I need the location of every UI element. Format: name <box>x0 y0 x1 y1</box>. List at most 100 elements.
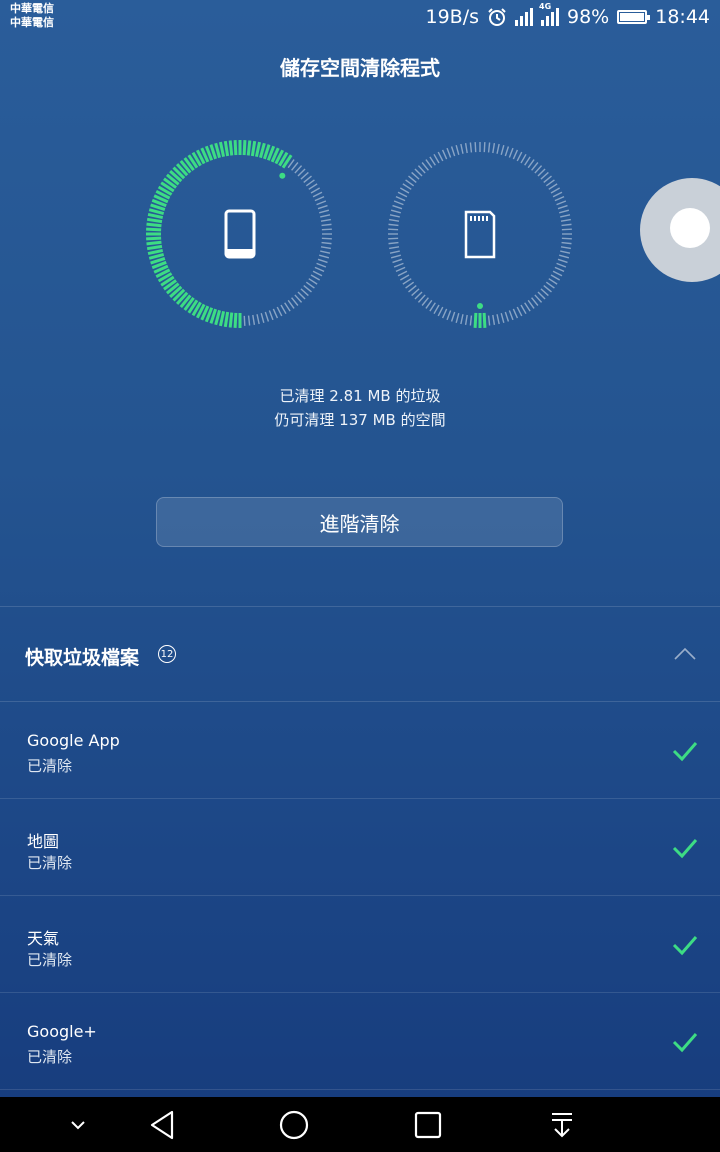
gauge-tick-active <box>246 140 252 156</box>
gauge-tick <box>390 209 401 214</box>
gauge-tick-active <box>482 312 487 328</box>
carrier-1: 中華電信 <box>10 2 54 15</box>
gauge-tick <box>390 254 401 259</box>
gauge-tick <box>402 183 412 190</box>
internal-storage-gauge[interactable] <box>140 130 340 340</box>
gauge-tick <box>520 304 527 315</box>
page-title: 儲存空間清除程式 <box>280 56 440 80</box>
gauge-tick <box>487 315 491 326</box>
gauge-tick <box>388 237 399 240</box>
gauge-tick-active <box>146 217 163 224</box>
gauge-tick <box>272 308 279 319</box>
gauge-tick <box>560 250 571 254</box>
gauge-tick <box>399 187 410 194</box>
gauge-tick <box>320 250 331 254</box>
gauge-tick <box>550 274 561 281</box>
battery-icon <box>617 10 651 24</box>
recents-icon[interactable] <box>406 1097 450 1152</box>
gauge-tick <box>524 156 531 166</box>
gauge-tick <box>388 223 399 227</box>
gauge-tick <box>560 246 571 250</box>
gauge-tick <box>554 195 565 202</box>
gauge-tick <box>395 266 406 273</box>
gauge-tick <box>460 314 464 325</box>
gauge-tick-active <box>146 240 162 246</box>
gauge-tick <box>561 228 572 231</box>
item-name: Google+ <box>27 1022 97 1041</box>
gauge-tick <box>308 278 318 285</box>
cache-section-header[interactable]: 快取垃圾檔案 12 <box>0 606 720 702</box>
gauge-tick <box>561 237 572 240</box>
gauge-tick <box>405 281 415 289</box>
gauge-tick <box>450 311 456 322</box>
gauge-tick <box>397 270 408 277</box>
signal-icon <box>515 8 533 26</box>
list-item[interactable]: Google App 已清除 <box>0 702 720 799</box>
notification-pull-icon[interactable] <box>540 1097 584 1152</box>
item-name: Google App <box>27 731 120 750</box>
navigation-bar <box>0 1097 720 1152</box>
gauge-tick <box>534 294 543 303</box>
floating-toggle-button[interactable] <box>640 178 720 282</box>
gauge-tick <box>429 302 436 312</box>
gauge-tick <box>524 302 531 312</box>
gauge-tick <box>405 179 415 187</box>
gauge-tick <box>469 142 473 153</box>
gauge-tick <box>312 270 323 277</box>
list-item[interactable]: 地圖 已清除 <box>0 799 720 896</box>
gauge-tick <box>414 291 423 300</box>
gauge-tick <box>534 165 543 174</box>
back-icon[interactable] <box>140 1097 184 1152</box>
gauge-tick <box>425 299 433 309</box>
list-item[interactable]: Google+ 已清除 <box>0 993 720 1090</box>
gauge-tick <box>312 191 323 198</box>
gauge-tick <box>317 204 328 210</box>
gauge-tick <box>537 291 546 300</box>
gauge-tick <box>441 308 448 319</box>
advanced-clean-button[interactable]: 進階清除 <box>156 497 563 547</box>
gauge-tick-active <box>147 212 164 220</box>
chevron-up-icon[interactable] <box>674 647 696 661</box>
gauge-tick <box>469 315 473 326</box>
status-bar: 中華電信 中華電信 19B/s 4G 98% 18:44 <box>0 0 720 34</box>
gauge-tick-active <box>473 312 478 328</box>
gauge-tick <box>284 302 291 312</box>
chevron-down-icon[interactable] <box>60 1097 96 1152</box>
gauge-tick <box>464 143 468 154</box>
gauge-tick <box>455 313 460 324</box>
gauge-tick-active <box>258 142 266 159</box>
gauge-tick <box>252 314 256 325</box>
gauge-tick-active <box>223 140 230 157</box>
gauge-tick <box>446 147 452 158</box>
gauge-tick <box>317 258 328 264</box>
gauge-tick <box>408 285 417 293</box>
gauge-tick <box>496 314 500 325</box>
gauge-tick <box>559 254 570 259</box>
gauge-tick <box>433 153 440 164</box>
gauge-tick <box>540 171 549 180</box>
gauge-tick <box>460 143 464 154</box>
gauge-tick <box>392 258 403 264</box>
list-item[interactable]: 天氣 已清除 <box>0 896 720 993</box>
gauge-tick <box>556 262 567 268</box>
clock: 18:44 <box>655 6 710 28</box>
gauge-tick <box>537 168 546 177</box>
gauge-tick <box>512 308 519 319</box>
gauge-tick <box>395 195 406 202</box>
gauge-tick <box>520 153 527 164</box>
alarm-icon <box>488 8 506 26</box>
gauge-tick <box>316 262 327 268</box>
home-icon[interactable] <box>272 1097 316 1152</box>
gauge-tick <box>508 147 514 158</box>
sd-card-gauge[interactable] <box>380 130 580 340</box>
storage-gauges <box>0 130 720 340</box>
gauge-tick <box>554 266 565 273</box>
gauge-tick <box>305 179 315 187</box>
gauge-tick <box>247 315 251 326</box>
cache-list: Google App 已清除 地圖 已清除 天氣 已清除 Google+ 已清除 <box>0 702 720 1090</box>
gauge-tick-active <box>223 311 230 328</box>
gauge-tick <box>388 241 399 245</box>
gauge-tick <box>425 159 433 169</box>
gauge-tick <box>446 310 452 321</box>
cleanable-amount: 仍可清理 137 MB 的空間 <box>274 411 446 429</box>
